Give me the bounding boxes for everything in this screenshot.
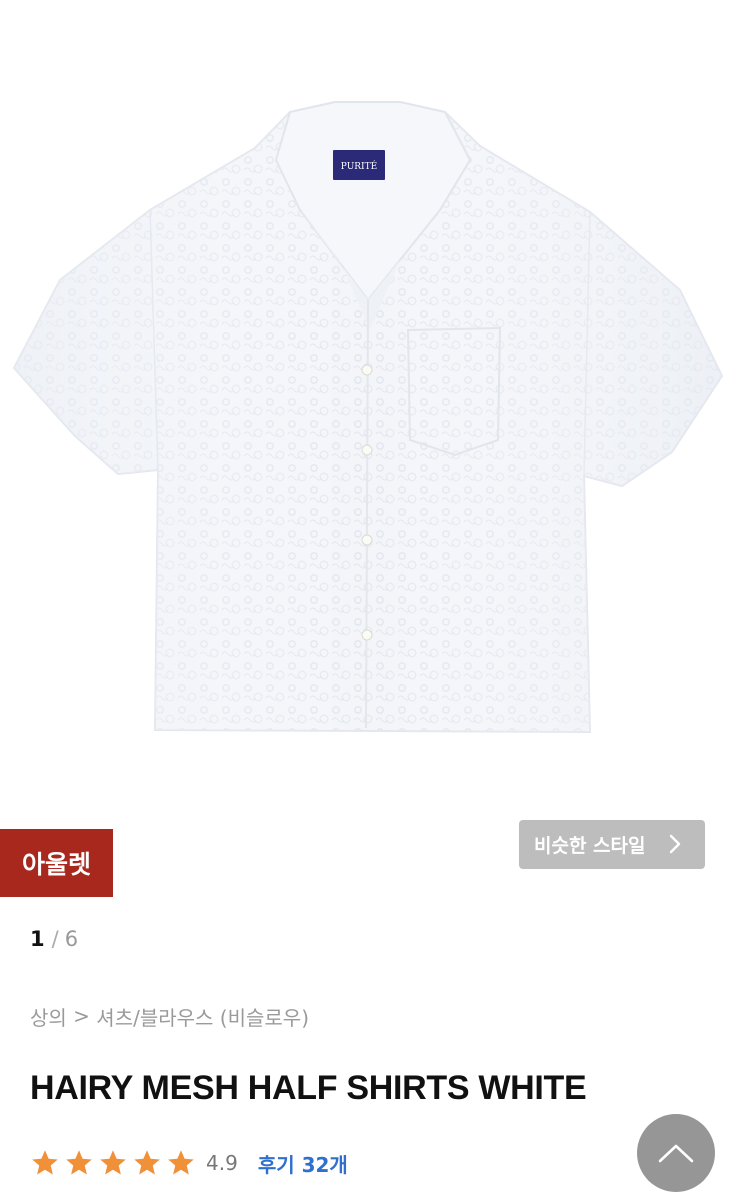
breadcrumb: 상의 > 셔츠/블라우스 (비슬로우) <box>30 998 309 1034</box>
chevron-up-icon <box>658 1144 694 1163</box>
product-title: HAIRY MESH HALF SHIRTS WHITE <box>30 1068 587 1107</box>
scroll-top-button[interactable] <box>637 1114 715 1192</box>
product-detail-page: PURITÉ 아울렛 비슷한 스타일 1 / 6 상의 > 셔츠/블라우스 (비… <box>0 0 733 1200</box>
image-pager: 1 / 6 <box>30 922 78 956</box>
product-image[interactable]: PURITÉ <box>0 0 733 790</box>
similar-style-label: 비슷한 스타일 <box>534 835 646 857</box>
rating-row: 4.9 후기 32개 <box>30 1144 348 1182</box>
chevron-right-icon <box>669 834 681 854</box>
star-icon <box>134 1150 160 1175</box>
breadcrumb-subcategory[interactable]: 셔츠/블라우스 (비슬로우) <box>96 1002 309 1031</box>
neck-label-text: PURITÉ <box>341 160 377 172</box>
pager-separator: / <box>51 927 59 951</box>
rating-value: 4.9 <box>206 1151 238 1175</box>
outlet-badge: 아울렛 <box>0 829 113 897</box>
star-icon <box>168 1150 194 1175</box>
breadcrumb-category[interactable]: 상의 <box>30 1002 67 1031</box>
star-icon <box>66 1150 92 1175</box>
review-count-link[interactable]: 후기 32개 <box>258 1149 348 1178</box>
pager-total: 6 <box>64 927 79 951</box>
shirt-illustration: PURITÉ <box>12 101 724 734</box>
star-rating <box>30 1148 200 1178</box>
breadcrumb-arrow: > <box>73 1004 90 1028</box>
star-icon <box>100 1150 126 1175</box>
star-icon <box>32 1150 58 1175</box>
pager-current: 1 <box>30 927 45 951</box>
similar-style-button[interactable]: 비슷한 스타일 <box>519 820 705 869</box>
outlet-badge-label: 아울렛 <box>21 850 91 879</box>
